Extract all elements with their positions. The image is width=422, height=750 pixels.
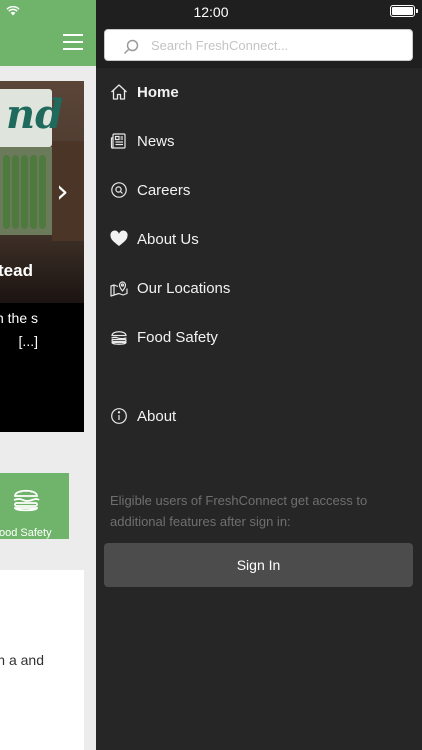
nav-item-home[interactable]: Home (96, 72, 422, 112)
map-pin-icon (110, 281, 128, 297)
sign-in-button[interactable]: Sign In (104, 543, 413, 587)
article-card[interactable]: ike the of the with a and (0, 570, 84, 750)
careers-search-icon (111, 182, 127, 198)
search-input[interactable] (151, 30, 406, 60)
food-safety-tile-label: ood Safety (0, 527, 52, 539)
nav-item-label: About (137, 407, 177, 425)
hero-title: tead (0, 261, 33, 280)
nav-item-label: Food Safety (137, 328, 218, 346)
search-box[interactable] (104, 29, 413, 61)
background-app: nd › tead stead n in the s [...] ood Saf… (0, 0, 96, 750)
nav-item-about[interactable]: About (96, 396, 422, 436)
info-icon (111, 408, 127, 424)
battery-icon (390, 5, 418, 17)
nav-item-news[interactable]: News (96, 121, 422, 161)
search-icon (123, 39, 139, 55)
article-text: ike the of the with a and (0, 652, 44, 668)
hero-carousel[interactable]: nd › tead stead n in the s [...] (0, 81, 84, 432)
burger-icon (111, 331, 127, 345)
status-bar: 12:00 (0, 0, 422, 22)
heart-icon (110, 230, 128, 246)
food-safety-tile[interactable]: ood Safety (0, 473, 69, 539)
newspaper-icon (110, 133, 126, 149)
signin-note: Eligible users of FreshConnect get acces… (110, 493, 368, 529)
nav-item-about-us[interactable]: About Us (96, 219, 422, 259)
chevron-right-icon[interactable]: › (56, 175, 69, 207)
produce-crate (0, 147, 52, 235)
burger-icon (13, 489, 40, 512)
hero-sign-lettering: nd (6, 91, 64, 138)
nav-item-label: Careers (137, 181, 191, 199)
nav-item-label: Home (137, 83, 179, 101)
nav-item-label: News (137, 132, 175, 150)
nav-item-careers[interactable]: Careers (96, 170, 422, 210)
nav-item-food-safety[interactable]: Food Safety (96, 317, 422, 357)
hero-image: nd › tead (0, 81, 84, 303)
home-icon (111, 84, 127, 100)
nav-item-our-locations[interactable]: Our Locations (96, 268, 422, 308)
hamburger-menu-icon[interactable] (63, 34, 83, 50)
status-time: 12:00 (193, 4, 229, 20)
nav-item-label: About Us (137, 230, 199, 248)
nav-item-label: Our Locations (137, 279, 231, 297)
navigation-drawer: Home News Careers About Us Our Locations (96, 0, 422, 750)
hero-excerpt: stead n in the s [...] (0, 310, 38, 349)
